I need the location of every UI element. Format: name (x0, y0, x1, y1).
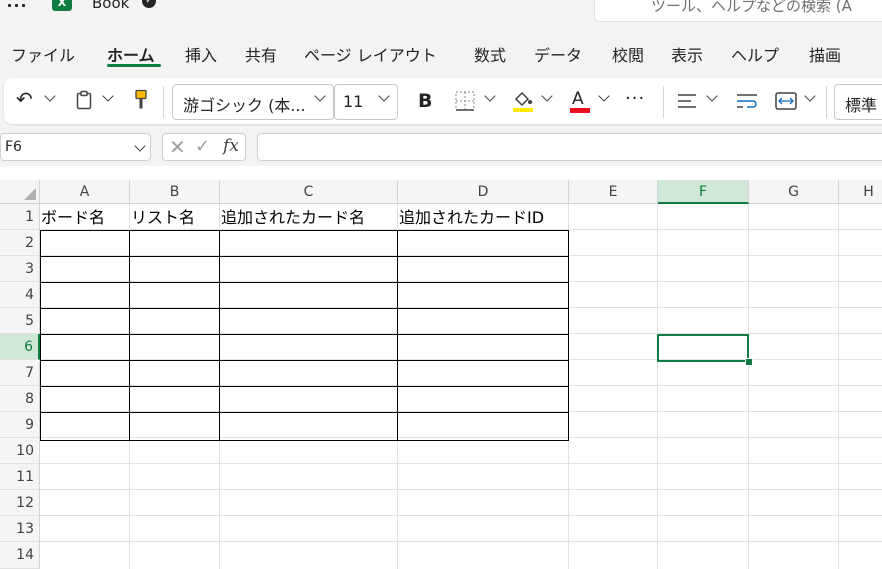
excel-logo-icon: X (52, 0, 72, 11)
table-border (129, 230, 130, 441)
row-header-3[interactable]: 3 (0, 256, 40, 282)
row-header-10[interactable]: 10 (0, 438, 40, 464)
column-header-d[interactable]: D (398, 180, 569, 204)
row-header-1[interactable]: 1 (0, 204, 40, 230)
tab-formulas[interactable]: 数式 (474, 42, 506, 66)
column-header-h[interactable]: H (839, 180, 882, 204)
column-header-a[interactable]: A (40, 180, 130, 204)
enter-icon[interactable]: ✓ (195, 136, 210, 157)
gridline (40, 489, 882, 490)
table-border (40, 308, 569, 309)
font-name-value: 游ゴシック (本... (183, 96, 306, 115)
column-header-c[interactable]: C (220, 180, 398, 204)
row-header-7[interactable]: 7 (0, 360, 40, 386)
tab-file[interactable]: ファイル (11, 42, 75, 66)
row-header-9[interactable]: 9 (0, 412, 40, 438)
font-color-swatch-icon (570, 108, 590, 113)
active-cell-f6[interactable] (657, 334, 749, 362)
number-format-value: 標準 (845, 96, 878, 115)
tab-view[interactable]: 表示 (671, 42, 703, 66)
fill-color-swatch (513, 108, 533, 112)
cell-a1[interactable]: ボード名 (40, 204, 105, 230)
tab-draw[interactable]: 描画 (809, 42, 841, 66)
tab-share[interactable]: 共有 (245, 42, 277, 66)
table-border (40, 230, 41, 441)
name-box-value: F6 (5, 139, 22, 155)
table-border (40, 440, 569, 441)
bold-button[interactable]: B (418, 90, 432, 112)
table-border (40, 412, 569, 413)
column-header-e[interactable]: E (569, 180, 658, 204)
gridline (40, 541, 882, 542)
cancel-icon[interactable]: ✕ (169, 135, 186, 159)
merge-cells-icon[interactable] (775, 91, 797, 111)
table-border (40, 230, 569, 231)
title-bar: X Book ✓ ツール、ヘルプなどの検索 (A (0, 0, 882, 22)
gridline (40, 463, 882, 464)
table-border (40, 334, 569, 335)
row-header-12[interactable]: 12 (0, 490, 40, 516)
document-title[interactable]: Book (92, 0, 129, 12)
row-header-4[interactable]: 4 (0, 282, 40, 308)
tab-insert[interactable]: 挿入 (185, 42, 217, 66)
toolbar-divider (826, 86, 827, 118)
tab-page-layout[interactable]: ページ レイアウト (304, 42, 437, 66)
formula-actions: ✕ ✓ fx (162, 133, 246, 161)
search-placeholder: ツール、ヘルプなどの検索 (A (651, 0, 852, 15)
borders-icon[interactable] (455, 91, 475, 111)
row-header-8[interactable]: 8 (0, 386, 40, 412)
row-header-2[interactable]: 2 (0, 230, 40, 256)
tab-help[interactable]: ヘルプ (731, 42, 779, 66)
align-icon[interactable] (677, 92, 697, 110)
clipboard-icon[interactable] (76, 90, 92, 110)
undo-icon[interactable]: ↶ (16, 88, 33, 110)
row-header-14[interactable]: 14 (0, 542, 40, 569)
row-header-11[interactable]: 11 (0, 464, 40, 490)
font-size-value: 11 (343, 92, 364, 111)
font-name-dropdown[interactable]: 游ゴシック (本... (172, 84, 334, 120)
toolbar-divider (163, 86, 164, 118)
table-border (40, 256, 569, 257)
formula-input[interactable] (257, 133, 882, 161)
column-header-g[interactable]: G (749, 180, 839, 204)
active-tab-indicator (107, 64, 161, 67)
row-header-13[interactable]: 13 (0, 516, 40, 542)
table-border (40, 360, 569, 361)
search-box[interactable]: ツール、ヘルプなどの検索 (A (594, 0, 882, 22)
gridline (40, 437, 882, 438)
saved-status-icon[interactable]: ✓ (142, 0, 156, 8)
number-format-dropdown[interactable]: 標準 (834, 84, 882, 120)
insert-function-icon[interactable]: fx (223, 136, 239, 156)
tab-review[interactable]: 校閲 (612, 42, 644, 66)
name-box[interactable]: F6 (0, 133, 151, 161)
fill-color-icon[interactable] (512, 89, 534, 113)
select-all-button[interactable] (0, 180, 40, 204)
table-border (568, 230, 569, 441)
app-launcher-icon[interactable] (6, 0, 28, 11)
format-painter-icon[interactable] (133, 89, 149, 111)
cell-d1[interactable]: 追加されたカードID (398, 204, 544, 230)
toolbar-divider (663, 86, 664, 118)
fill-handle[interactable] (745, 358, 753, 366)
column-header-f[interactable]: F (658, 180, 749, 204)
table-border (219, 230, 220, 441)
table-border (397, 230, 398, 441)
cell-b1[interactable]: リスト名 (130, 204, 195, 230)
more-options-button[interactable]: ··· (625, 88, 645, 110)
font-color-button[interactable]: A (572, 88, 584, 110)
row-header-5[interactable]: 5 (0, 308, 40, 334)
cell-c1[interactable]: 追加されたカード名 (220, 204, 365, 230)
tab-data[interactable]: データ (534, 42, 582, 66)
wrap-text-icon[interactable] (736, 92, 758, 110)
gridline (40, 515, 882, 516)
row-header-6[interactable]: 6 (0, 334, 40, 360)
tab-home[interactable]: ホーム (107, 42, 155, 66)
font-size-dropdown[interactable]: 11 (334, 84, 398, 120)
table-border (40, 386, 569, 387)
table-border (40, 282, 569, 283)
column-header-b[interactable]: B (130, 180, 220, 204)
